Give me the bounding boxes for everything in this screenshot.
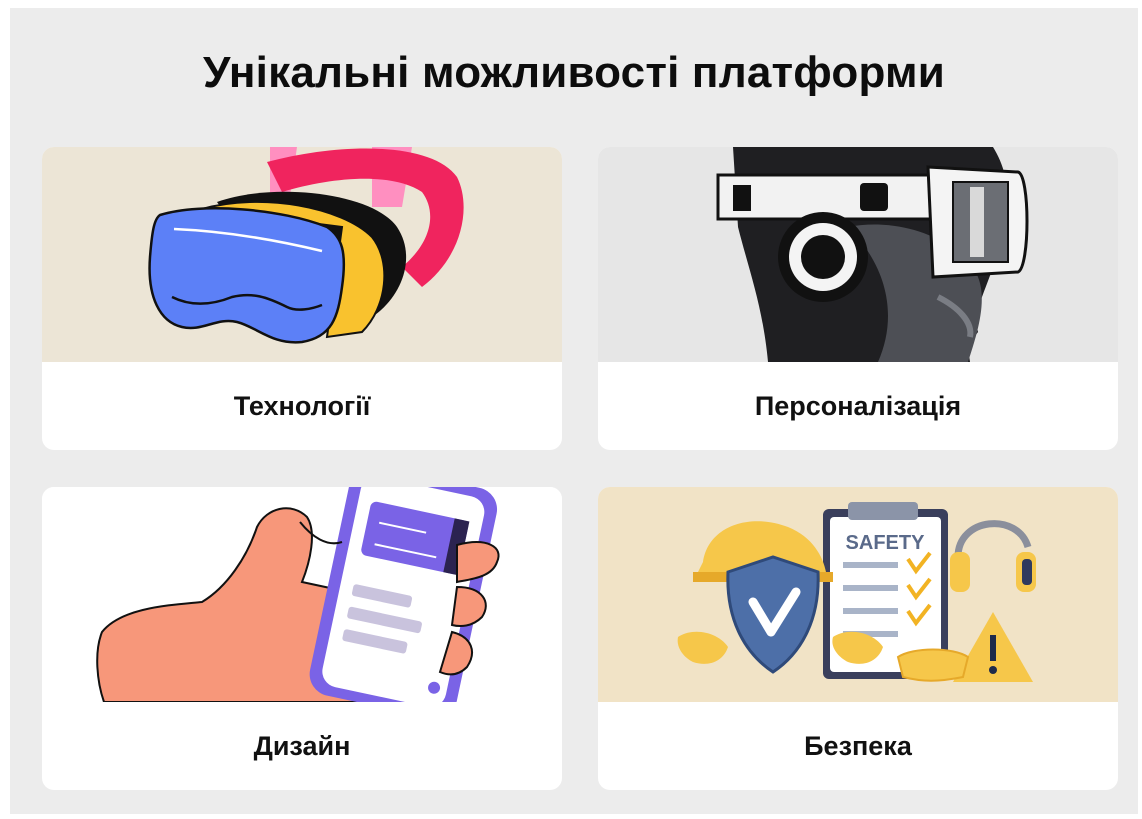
vr-person-icon (716, 147, 1029, 362)
safety-sign-text: SAFETY (846, 532, 926, 554)
safety-checklist-icon: SAFETY (677, 502, 1036, 682)
card-design[interactable]: Дизайн (42, 487, 562, 790)
vr-headset-icon (148, 147, 464, 344)
card-image (42, 487, 562, 702)
card-image: SAFETY (598, 487, 1118, 702)
card-image (42, 147, 562, 362)
card-security[interactable]: SAFETY Безпека (598, 487, 1118, 790)
features-panel: Унікальні можливості платформи Технологі… (10, 8, 1138, 814)
card-label: Технології (233, 390, 371, 421)
card-label: Дизайн (253, 730, 351, 761)
card-image (598, 147, 1118, 362)
hand-smartphone-icon (96, 487, 500, 702)
card-label: Безпека (804, 730, 912, 761)
card-technologies[interactable]: Технології (42, 147, 562, 450)
card-personalization[interactable]: Персоналізація (598, 147, 1118, 450)
card-label: Персоналізація (754, 390, 962, 421)
page-title: Унікальні можливості платформи (203, 48, 945, 97)
